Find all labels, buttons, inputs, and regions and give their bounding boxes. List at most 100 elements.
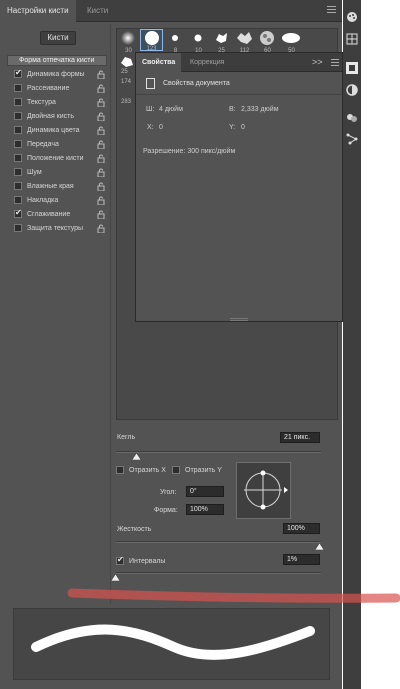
lock-icon[interactable] <box>97 70 105 79</box>
checkbox[interactable] <box>116 466 124 474</box>
checkbox[interactable] <box>14 224 22 232</box>
option-transfer[interactable]: Передача <box>14 138 107 151</box>
panel-menu-icon[interactable] <box>327 6 336 15</box>
option-wet-edges[interactable]: Влажные края <box>14 180 107 193</box>
option-shape-dynamics[interactable]: Динамика формы <box>14 68 107 81</box>
option-label: Рассеивание <box>27 85 70 92</box>
paths-icon[interactable] <box>346 133 358 145</box>
brush-preview-icon <box>121 31 135 45</box>
slider-knob[interactable] <box>315 543 324 550</box>
option-protect-texture[interactable]: Защита текстуры <box>14 222 107 235</box>
roundness-input[interactable]: 100% <box>186 504 224 515</box>
stroke-preview-icon <box>31 624 315 660</box>
checkbox[interactable] <box>14 140 22 148</box>
lock-icon[interactable] <box>97 210 105 219</box>
lock-icon[interactable] <box>97 224 105 233</box>
x-value[interactable]: 0 <box>159 123 163 133</box>
spacing-slider[interactable] <box>116 572 321 574</box>
brush-preview-icon <box>145 31 159 45</box>
angle-label: Угол: <box>160 489 177 496</box>
brush-thumb[interactable]: 8 <box>164 30 187 54</box>
hardness-input[interactable]: 100% <box>283 523 320 534</box>
option-color-dynamics[interactable]: Динамика цвета <box>14 124 107 137</box>
checkbox[interactable] <box>14 168 22 176</box>
tab-adjustments[interactable]: Коррекция <box>184 53 230 72</box>
brush-preview-icon <box>282 33 300 43</box>
checkbox[interactable] <box>14 126 22 134</box>
tab-brushes[interactable]: Кисти <box>80 0 115 22</box>
lock-icon[interactable] <box>97 154 105 163</box>
spacing-label: Интервалы <box>129 558 166 565</box>
brush-preview-icon <box>237 32 252 44</box>
adjustments-icon[interactable] <box>346 84 358 96</box>
slider-knob[interactable] <box>111 574 120 581</box>
checkbox[interactable] <box>14 98 22 106</box>
properties-menu-icon[interactable] <box>331 59 339 67</box>
option-label: Накладка <box>27 197 59 204</box>
angle-roundness-widget[interactable] <box>236 462 291 519</box>
lock-icon[interactable] <box>97 140 105 149</box>
lock-icon[interactable] <box>97 196 105 205</box>
brush-thumb[interactable]: 30 <box>117 30 140 54</box>
resize-grip[interactable] <box>230 318 248 321</box>
checkbox[interactable] <box>14 68 22 78</box>
y-value[interactable]: 0 <box>241 123 245 133</box>
collapse-icon[interactable]: >> <box>312 53 323 72</box>
option-brush-pose[interactable]: Положение кисти <box>14 152 107 165</box>
brush-preview-icon <box>172 35 178 41</box>
height-value[interactable]: 2,333 дюйм <box>241 105 279 115</box>
divider <box>110 24 111 604</box>
option-build-up[interactable]: Накладка <box>14 194 107 207</box>
flip-x-option[interactable]: Отразить X <box>116 464 176 477</box>
tab-properties[interactable]: Свойства <box>136 53 182 72</box>
width-label: Ш: <box>146 106 155 113</box>
slider-knob[interactable] <box>132 453 141 460</box>
palette-icon[interactable] <box>346 11 358 23</box>
lock-icon[interactable] <box>97 168 105 177</box>
option-label: Передача <box>27 141 59 148</box>
hardness-label: Жесткость <box>117 526 152 533</box>
lock-icon[interactable] <box>97 98 105 107</box>
lock-icon[interactable] <box>97 126 105 135</box>
lock-icon[interactable] <box>97 84 105 93</box>
brush-thumb[interactable]: 60 <box>256 30 279 54</box>
checkbox[interactable] <box>14 196 22 204</box>
option-smoothing[interactable]: Сглаживание <box>14 208 107 221</box>
option-label: Влажные края <box>27 183 74 190</box>
checkbox[interactable] <box>14 208 22 218</box>
lock-icon[interactable] <box>97 182 105 191</box>
brush-thumb-selected[interactable]: 123 <box>140 29 163 52</box>
size-slider[interactable] <box>116 451 321 453</box>
tab-brush-settings[interactable]: Настройки кисти <box>0 0 76 22</box>
option-texture[interactable]: Текстура <box>14 96 107 109</box>
brush-tip-shape-item[interactable]: Форма отпечатка кисти <box>7 55 107 66</box>
angle-crosshair-icon <box>244 470 288 510</box>
properties-icon[interactable] <box>346 62 358 74</box>
brush-thumb[interactable]: 112 <box>233 30 256 54</box>
checkbox[interactable] <box>14 84 22 92</box>
checkbox[interactable] <box>14 182 22 190</box>
checkbox[interactable] <box>116 555 124 565</box>
spacing-option[interactable]: Интервалы <box>116 555 186 568</box>
width-value[interactable]: 4 дюйм <box>159 105 183 115</box>
roundness-label: Форма: <box>154 507 178 514</box>
lock-icon[interactable] <box>97 112 105 121</box>
spacing-input[interactable]: 1% <box>283 554 320 565</box>
angle-input[interactable]: 0° <box>186 486 224 497</box>
layers-icon[interactable] <box>346 112 358 124</box>
flip-y-option[interactable]: Отразить Y <box>172 464 232 477</box>
grid-icon[interactable] <box>346 33 358 45</box>
brush-thumb[interactable]: 10 <box>187 30 210 54</box>
option-scattering[interactable]: Рассеивание <box>14 82 107 95</box>
size-input[interactable]: 21 пикс. <box>280 432 320 443</box>
option-label: Текстура <box>27 99 56 106</box>
brushes-button[interactable]: Кисти <box>40 31 76 45</box>
option-dual-brush[interactable]: Двойная кисть <box>14 110 107 123</box>
brush-thumb[interactable]: 50 <box>280 30 303 54</box>
checkbox[interactable] <box>14 112 22 120</box>
hardness-slider[interactable] <box>116 541 321 543</box>
brush-thumb[interactable]: 25 <box>210 30 233 54</box>
option-noise[interactable]: Шум <box>14 166 107 179</box>
checkbox[interactable] <box>172 466 180 474</box>
checkbox[interactable] <box>14 154 22 162</box>
